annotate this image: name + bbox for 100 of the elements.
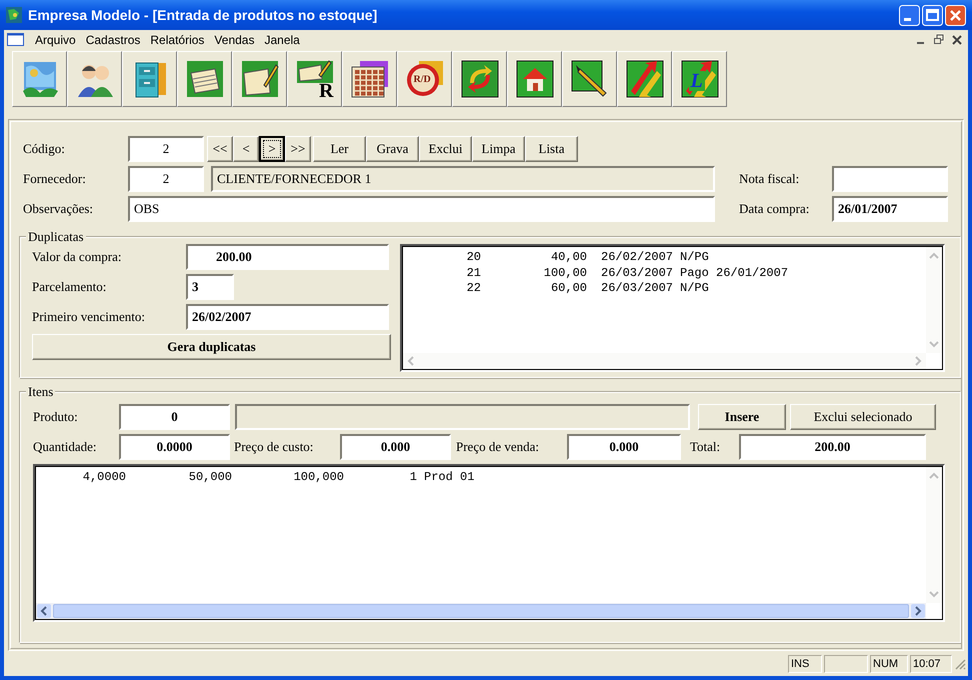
list-cell: 26/03/2007 xyxy=(601,266,674,281)
list-cell-text: 22 xyxy=(466,281,481,296)
toolbar-button[interactable] xyxy=(507,51,562,107)
horizontal-scrollbar[interactable] xyxy=(36,603,926,619)
field-label: Total: xyxy=(689,439,722,455)
list-cell: 26/02/2007 xyxy=(601,250,674,266)
app-icon xyxy=(6,7,22,23)
action-button[interactable]: Limpa xyxy=(472,136,525,162)
product-name-field[interactable] xyxy=(235,404,690,430)
icon-letter: L xyxy=(688,71,705,91)
house-icon xyxy=(514,59,554,99)
field-label: Código: xyxy=(23,141,66,157)
menu-item[interactable]: Relatórios xyxy=(145,32,210,46)
input-field[interactable]: 0.0000 xyxy=(119,434,230,460)
note-pencil-icon xyxy=(294,59,334,83)
list-cell-text: 1 xyxy=(408,470,417,486)
supplier-name-field[interactable]: CLIENTE/FORNECEDOR 1 xyxy=(211,166,715,192)
document-icon xyxy=(7,33,24,46)
note-pencil-icon xyxy=(240,59,280,99)
input-field[interactable]: 0.000 xyxy=(567,434,681,460)
maximize-icon xyxy=(922,4,943,26)
input-field[interactable]: 200.00 xyxy=(739,434,926,460)
list-cell: N/PG xyxy=(680,250,709,266)
input-field[interactable]: 0 xyxy=(119,404,230,430)
input-field[interactable]: 26/01/2007 xyxy=(832,196,948,222)
toolbar-button[interactable] xyxy=(232,51,287,107)
vertical-scrollbar[interactable] xyxy=(926,467,942,603)
field-label: Observações: xyxy=(23,201,94,217)
close-icon xyxy=(950,34,964,46)
insert-button[interactable]: Insere xyxy=(698,404,786,430)
toolbar-button[interactable] xyxy=(617,51,672,107)
action-button[interactable]: Exclui xyxy=(419,136,472,162)
field-label: Nota fiscal: xyxy=(739,171,800,187)
group-title: Duplicatas xyxy=(26,229,86,244)
nav-button[interactable]: < xyxy=(233,136,259,162)
circular-arrows-icon xyxy=(460,59,500,99)
list-cell: N/PG xyxy=(680,281,709,296)
toolbar-button[interactable]: R/D xyxy=(397,51,452,107)
menu-item[interactable]: Vendas xyxy=(209,32,260,46)
toolbar-button[interactable]: R xyxy=(287,51,342,107)
toolbar-button[interactable] xyxy=(122,51,177,107)
menu-item[interactable]: Arquivo xyxy=(30,32,81,46)
calendar-icon xyxy=(350,59,390,99)
icon-letter: R xyxy=(319,81,334,101)
nav-button[interactable]: << xyxy=(207,136,233,162)
input-field[interactable]: 26/02/2007 xyxy=(186,304,389,330)
icon-letter: R/D xyxy=(414,75,431,85)
menu-item[interactable]: Cadastros xyxy=(80,32,146,46)
round-badge-icon xyxy=(404,59,444,99)
toolbar-button[interactable] xyxy=(177,51,232,107)
field-label: Parcelamento: xyxy=(32,279,108,295)
list-cell-text: 4,0000 xyxy=(82,470,126,486)
generate-button[interactable]: Gera duplicatas xyxy=(32,334,391,360)
nav-button[interactable]: >> xyxy=(285,136,311,162)
input-field[interactable]: 3 xyxy=(186,274,234,300)
close-icon xyxy=(945,4,966,26)
field-label: Fornecedor: xyxy=(23,171,87,187)
field-label: Primeiro vencimento: xyxy=(32,309,146,325)
list-cell: Pago 26/01/2007 xyxy=(680,266,788,281)
window-title: Empresa Modelo - [Entrada de produtos no estoque] xyxy=(28,7,378,23)
list-cell-text: 50,000 xyxy=(188,470,232,486)
vertical-scrollbar[interactable] xyxy=(926,247,942,353)
field-label: Produto: xyxy=(33,409,79,425)
list-cell: 26/03/2007 xyxy=(601,281,674,296)
list-cell-text: 60,00 xyxy=(550,281,587,296)
minimize-icon xyxy=(917,42,924,44)
delete-selected-button[interactable]: Exclui selecionado xyxy=(790,404,936,430)
input-field[interactable]: 2 xyxy=(128,136,204,162)
status-panel: NUM xyxy=(870,654,908,672)
menu-item[interactable]: Janela xyxy=(259,32,305,46)
toolbar-button[interactable] xyxy=(452,51,507,107)
input-field[interactable] xyxy=(832,166,948,192)
restore-icon xyxy=(932,34,946,46)
input-field[interactable]: 0.000 xyxy=(340,434,451,460)
list-cell: Prod 01 xyxy=(424,470,474,486)
field-label: Data compra: xyxy=(739,201,810,217)
pen-icon xyxy=(570,59,610,99)
crossed-arrows-icon xyxy=(624,59,664,99)
action-button[interactable]: Grava xyxy=(366,136,419,162)
list-cell-text: 100,00 xyxy=(542,266,587,281)
status-panel: INS xyxy=(788,654,822,672)
action-button[interactable]: Lista xyxy=(525,136,578,162)
scrollbar-thumb[interactable] xyxy=(53,604,909,618)
list-cell-text: 40,00 xyxy=(550,250,587,266)
horizontal-scrollbar[interactable] xyxy=(403,353,926,369)
toolbar-button[interactable] xyxy=(562,51,617,107)
nav-button[interactable]: > xyxy=(259,136,285,162)
list-cell-text: 100,000 xyxy=(292,470,344,486)
list-cell-text: 21 xyxy=(466,266,481,281)
input-field[interactable]: OBS xyxy=(128,196,715,222)
action-button[interactable]: Ler xyxy=(313,136,366,162)
field-label: Quantidade: xyxy=(33,439,98,455)
status-panel xyxy=(824,654,868,672)
field-label: Preço de venda: xyxy=(455,439,540,455)
resize-grip-icon xyxy=(954,658,966,670)
status-panel: 10:07 xyxy=(910,654,952,672)
toolbar-button[interactable] xyxy=(342,51,397,107)
input-field[interactable]: 2 xyxy=(128,166,204,192)
minimize-icon xyxy=(899,4,920,26)
input-field[interactable]: 200.00 xyxy=(186,244,389,270)
